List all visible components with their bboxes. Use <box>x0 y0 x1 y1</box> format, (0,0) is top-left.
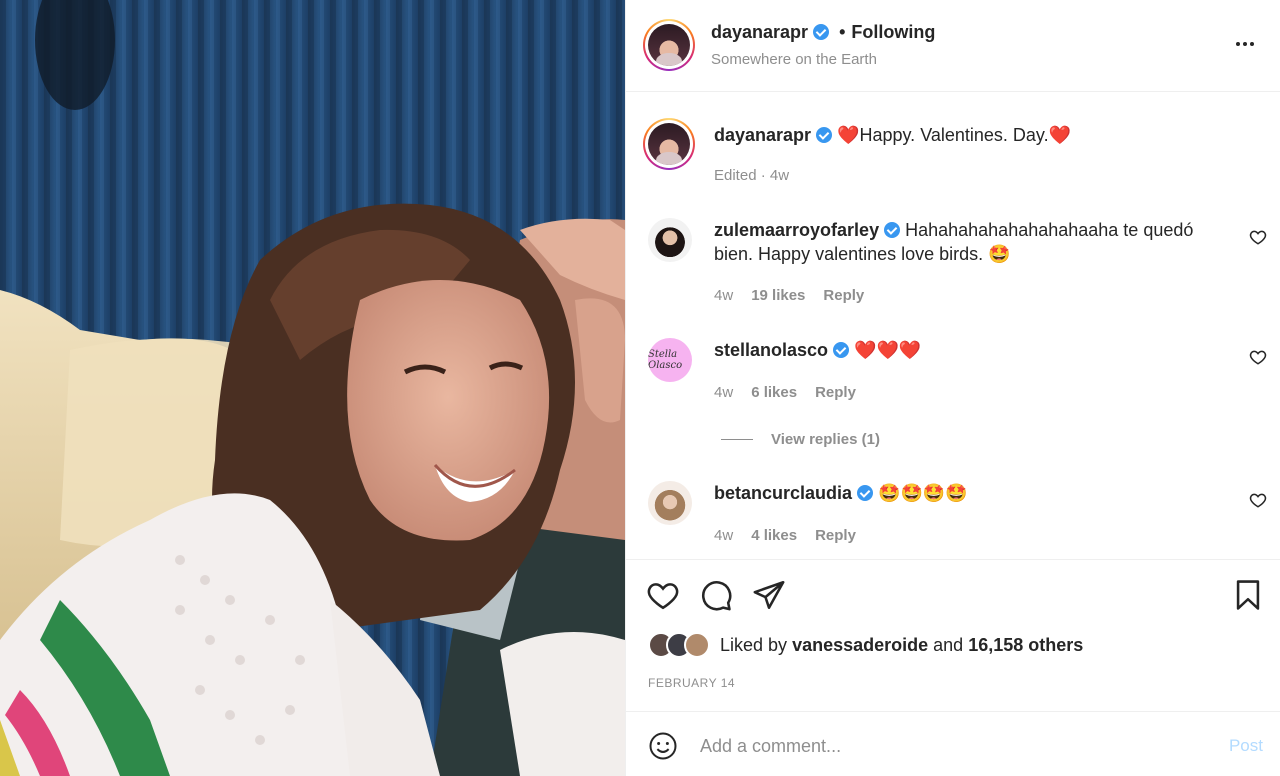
author-username[interactable]: dayanarapr <box>711 22 808 42</box>
header-separator: • <box>839 22 846 42</box>
verified-badge-icon <box>857 485 874 501</box>
liked-by-others[interactable]: 16,158 others <box>968 635 1083 656</box>
liked-by-connector: and <box>933 634 964 655</box>
comment-time: 4w <box>714 527 734 544</box>
comment-bubble-icon[interactable] <box>699 578 733 612</box>
caption-text: ❤️Happy. Valentines. Day.❤️ <box>837 125 1071 145</box>
comment-composer: Post <box>626 711 1280 776</box>
verified-badge-icon <box>833 342 850 358</box>
reply-button[interactable]: Reply <box>823 287 864 304</box>
comment-avatar[interactable] <box>648 481 692 525</box>
likes-summary: Liked by vanessaderoide and 16,158 other… <box>648 632 1083 658</box>
post-side-panel: dayanarapr • Following Somewhere on the Ea… <box>625 0 1280 776</box>
post-location[interactable]: Somewhere on the Earth <box>711 51 877 68</box>
more-options-icon[interactable] <box>1231 30 1259 58</box>
comment-text: 🤩🤩🤩🤩 <box>878 483 968 503</box>
emoji-smiley-icon[interactable] <box>648 731 678 761</box>
post-photo[interactable] <box>0 0 625 776</box>
comments-list[interactable]: dayanarapr ❤️Happy. Valentines. Day.❤️ E… <box>626 92 1280 559</box>
liked-by-user[interactable]: vanessaderoide <box>792 635 928 656</box>
post-image <box>0 0 625 776</box>
post-header: dayanarapr • Following Somewhere on the Ea… <box>626 0 1280 92</box>
reply-button[interactable]: Reply <box>815 527 856 544</box>
comment-likes[interactable]: 19 likes <box>751 287 805 304</box>
caption-avatar[interactable] <box>643 118 695 170</box>
replies-divider <box>721 439 753 440</box>
post-date[interactable]: FEBRUARY 14 <box>648 676 735 690</box>
verified-badge-icon <box>816 127 833 143</box>
liker-avatars[interactable] <box>648 632 710 658</box>
reply-button[interactable]: Reply <box>815 384 856 401</box>
comment-avatar[interactable]: Stella Olasco <box>648 338 692 382</box>
caption-username[interactable]: dayanarapr <box>714 125 811 145</box>
view-replies-label: View replies (1) <box>771 431 880 448</box>
comment-username[interactable]: stellanolasco <box>714 340 828 360</box>
comment-text: ❤️❤️❤️ <box>854 340 922 360</box>
post-comment-button[interactable]: Post <box>1229 736 1263 756</box>
verified-badge-icon <box>884 222 901 238</box>
save-bookmark-icon[interactable] <box>1231 578 1265 612</box>
comment-input[interactable] <box>700 728 1200 764</box>
share-paper-plane-icon[interactable] <box>752 578 786 612</box>
like-comment-icon[interactable] <box>1249 228 1267 246</box>
view-replies-button[interactable]: View replies (1) <box>721 431 880 448</box>
caption-meta: Edited · 4w <box>714 167 790 184</box>
comment-username[interactable]: betancurclaudia <box>714 483 852 503</box>
verified-badge-icon <box>813 24 830 40</box>
comment-time: 4w <box>714 287 734 304</box>
following-button[interactable]: Following <box>851 22 935 42</box>
comment-likes[interactable]: 4 likes <box>751 527 797 544</box>
liker-avatar <box>684 632 710 658</box>
comment-avatar[interactable] <box>648 218 692 262</box>
comment-time: 4w <box>714 384 734 401</box>
liked-by-prefix: Liked by <box>720 634 788 655</box>
author-avatar[interactable] <box>643 19 695 71</box>
post-actions: Liked by vanessaderoide and 16,158 other… <box>626 559 1280 711</box>
like-comment-icon[interactable] <box>1249 348 1267 366</box>
like-heart-icon[interactable] <box>646 578 680 612</box>
comment-likes[interactable]: 6 likes <box>751 384 797 401</box>
like-comment-icon[interactable] <box>1249 491 1267 509</box>
comment-username[interactable]: zulemaarroyofarley <box>714 220 879 240</box>
